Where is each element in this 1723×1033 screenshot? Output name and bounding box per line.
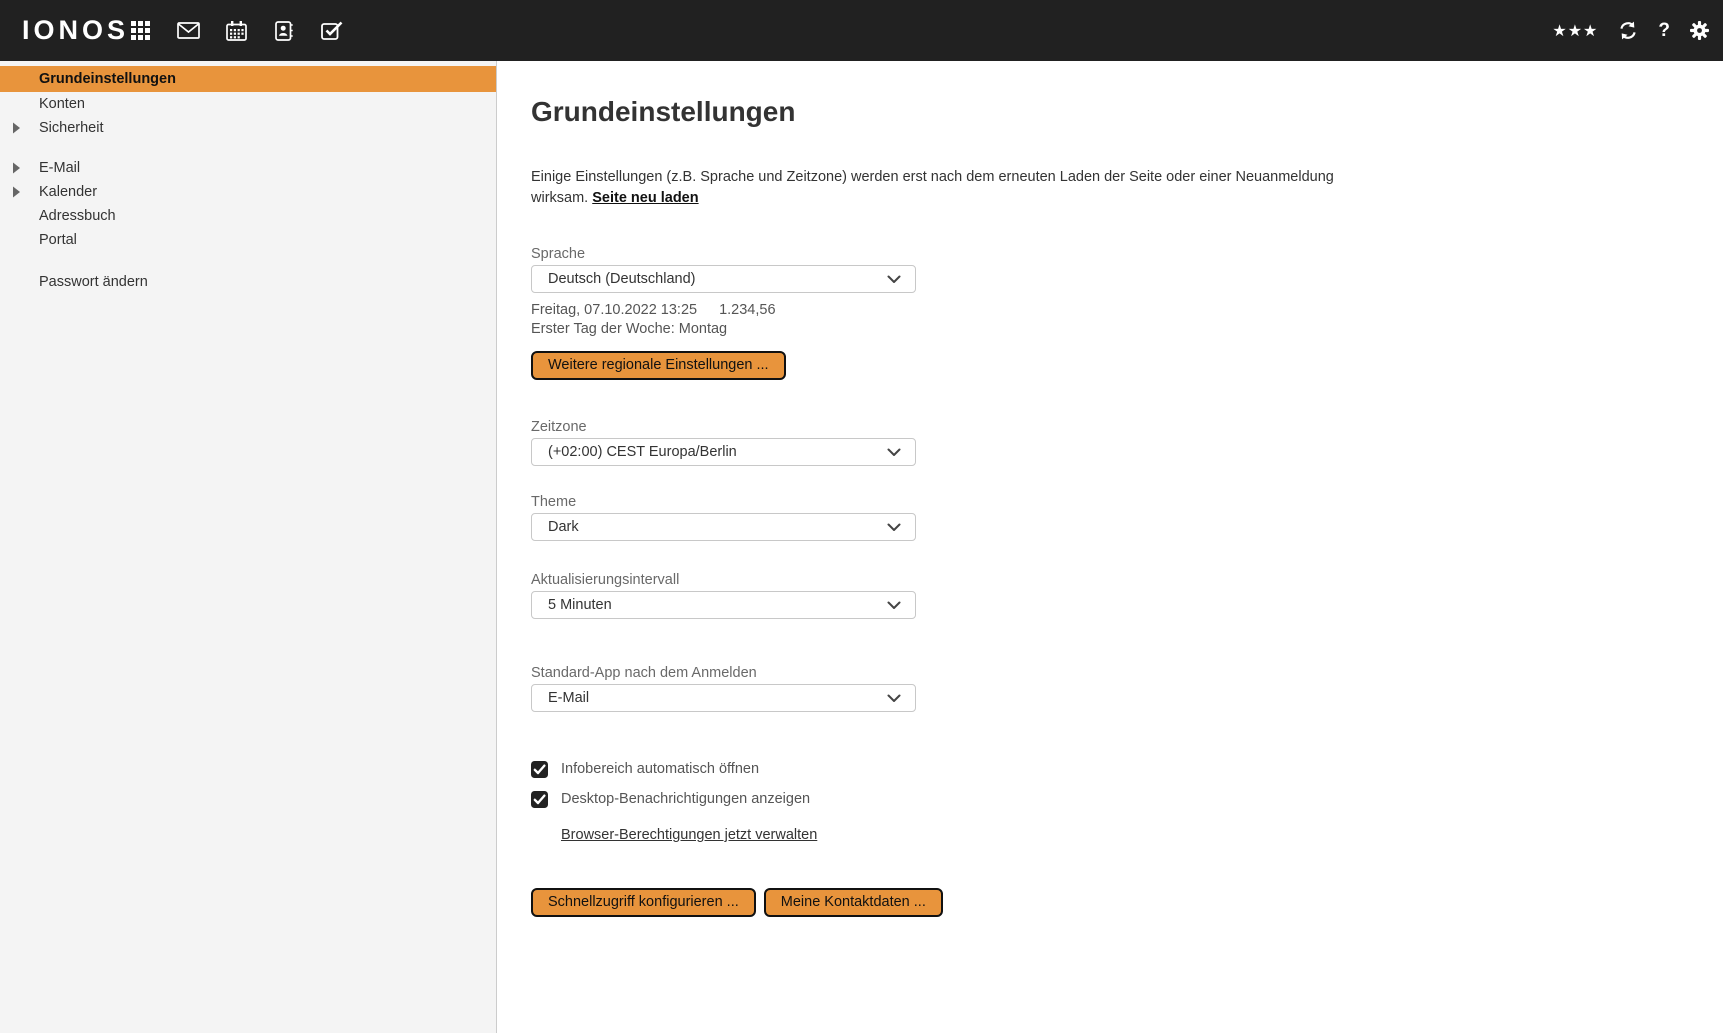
footer-buttons: Schnellzugriff konfigurieren ... Meine K… <box>531 888 1723 917</box>
expand-arrow-icon[interactable] <box>13 122 20 134</box>
sidebar-item-email[interactable]: E-Mail <box>0 156 496 180</box>
sidebar-item-label: Grundeinstellungen <box>39 71 176 87</box>
checked-checkbox-icon[interactable] <box>531 790 548 808</box>
mail-icon[interactable] <box>176 19 200 43</box>
sidebar-item-sicherheit[interactable]: Sicherheit <box>0 116 496 140</box>
chevron-down-icon <box>887 694 901 703</box>
regional-settings-button[interactable]: Weitere regionale Einstellungen ... <box>531 351 786 380</box>
ionos-logo[interactable]: IONOS <box>22 15 125 46</box>
desktop-notifications-checkbox-label: Desktop-Benachrichtigungen anzeigen <box>561 791 811 807</box>
help-icon[interactable]: ? <box>1658 19 1670 43</box>
settings-main-pane: Grundeinstellungen Einige Einstellungen … <box>498 61 1723 1033</box>
chevron-down-icon <box>887 601 901 610</box>
theme-label: Theme <box>531 494 577 510</box>
topbar-right-icons: ★★★ ? <box>1532 19 1709 43</box>
sidebar-item-konten[interactable]: Konten <box>0 92 496 116</box>
refresh-interval-select-value: 5 Minuten <box>548 597 612 613</box>
sidebar-item-label: Passwort ändern <box>39 274 148 290</box>
default-app-select-value: E-Mail <box>548 690 590 706</box>
default-app-select[interactable]: E-Mail <box>531 684 916 712</box>
locale-datetime: Freitag, 07.10.2022 13:25 <box>531 302 698 318</box>
chevron-down-icon <box>887 275 901 284</box>
page-title: Grundeinstellungen <box>531 96 796 127</box>
infoarea-checkbox-label: Infobereich automatisch öffnen <box>561 761 760 777</box>
sidebar-item-label: Portal <box>39 232 77 248</box>
language-select[interactable]: Deutsch (Deutschland) <box>531 265 916 293</box>
sidebar-item-grundeinstellungen[interactable]: Grundeinstellungen <box>0 66 496 92</box>
infoarea-checkbox-row[interactable]: Infobereich automatisch öffnen <box>531 760 1723 778</box>
browser-permissions-link[interactable]: Browser-Berechtigungen jetzt verwalten <box>561 826 817 844</box>
sidebar-item-label: Kalender <box>39 184 98 200</box>
default-app-label: Standard-App nach dem Anmelden <box>531 665 757 681</box>
chevron-down-icon <box>887 523 901 532</box>
calendar-icon[interactable] <box>224 19 248 43</box>
my-contact-data-button[interactable]: Meine Kontaktdaten ... <box>763 888 943 917</box>
app-launcher-grid-icon[interactable] <box>128 19 152 43</box>
language-label: Sprache <box>531 246 586 262</box>
addressbook-icon[interactable] <box>272 19 296 43</box>
timezone-select-value: (+02:00) CEST Europa/Berlin <box>548 444 737 460</box>
chevron-down-icon <box>887 448 901 457</box>
locale-preview: Freitag, 07.10.2022 13:25 1.234,56 Erster… <box>531 301 1723 339</box>
sidebar-item-label: Konten <box>39 96 85 112</box>
expand-arrow-icon[interactable] <box>13 186 20 198</box>
refresh-interval-select[interactable]: 5 Minuten <box>531 591 916 619</box>
desktop-notifications-checkbox-row[interactable]: Desktop-Benachrichtigungen anzeigen <box>531 790 1723 808</box>
theme-select[interactable]: Dark <box>531 513 916 541</box>
timezone-label: Zeitzone <box>531 419 587 435</box>
reload-notice: Einige Einstellungen (z.B. Sprache und Z… <box>531 167 1341 209</box>
locale-first-day: Erster Tag der Woche: Montag <box>531 321 728 337</box>
sidebar-item-label: E-Mail <box>39 160 81 176</box>
locale-preview-line1: Freitag, 07.10.2022 13:25 1.234,56 <box>531 301 1723 320</box>
sidebar-item-label: Adressbuch <box>39 208 116 224</box>
refresh-icon[interactable] <box>1618 19 1638 43</box>
sidebar-item-passwort-aendern[interactable]: Passwort ändern <box>0 270 496 294</box>
theme-select-value: Dark <box>548 519 579 535</box>
settings-sidebar: Grundeinstellungen Konten Sicherheit E-M… <box>0 61 497 1033</box>
expand-arrow-icon[interactable] <box>13 162 20 174</box>
sidebar-item-portal[interactable]: Portal <box>0 228 496 252</box>
locale-number-format: 1.234,56 <box>719 302 776 318</box>
checkbox-group: Infobereich automatisch öffnen Desktop-B… <box>531 760 1723 844</box>
app-icons <box>128 19 368 43</box>
premium-stars-icon[interactable]: ★★★ <box>1552 19 1598 43</box>
sidebar-item-adressbuch[interactable]: Adressbuch <box>0 204 496 228</box>
timezone-select[interactable]: (+02:00) CEST Europa/Berlin <box>531 438 916 466</box>
sidebar-item-kalender[interactable]: Kalender <box>0 180 496 204</box>
refresh-interval-label: Aktualisierungsintervall <box>531 572 680 588</box>
settings-gear-icon[interactable] <box>1690 19 1709 43</box>
reload-page-link[interactable]: Seite neu laden <box>592 190 698 206</box>
quick-access-button[interactable]: Schnellzugriff konfigurieren ... <box>531 888 756 917</box>
topbar: IONOS ★★★ ? <box>0 0 1723 61</box>
checked-checkbox-icon[interactable] <box>531 760 548 778</box>
language-select-value: Deutsch (Deutschland) <box>548 271 696 287</box>
tasks-icon[interactable] <box>320 19 344 43</box>
sidebar-item-label: Sicherheit <box>39 120 104 136</box>
